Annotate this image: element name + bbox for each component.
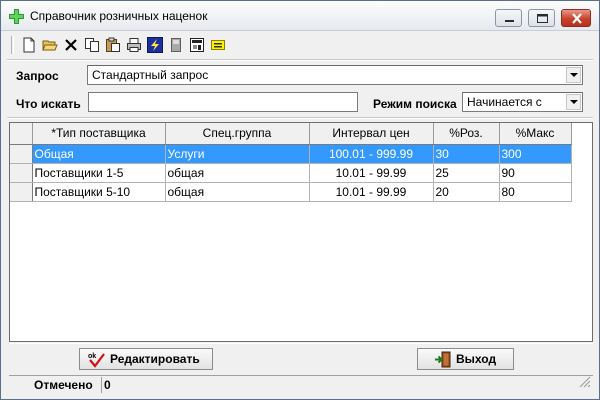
cell-retail-percent[interactable]: 30 <box>433 144 500 164</box>
cell-retail-percent[interactable]: 20 <box>433 182 500 202</box>
search-input[interactable] <box>88 92 358 112</box>
cell-special-group[interactable]: общая <box>165 182 310 202</box>
app-cross-icon <box>9 9 24 24</box>
cell-special-group[interactable]: Услуги <box>165 144 310 164</box>
marked-count-label: Отмечено <box>34 378 93 392</box>
filter-separator <box>7 117 593 119</box>
column-header-price-range[interactable]: Интервал цен <box>309 123 434 145</box>
copy-button[interactable] <box>82 35 102 55</box>
cell-supplier-type[interactable]: Общая <box>32 144 166 164</box>
delete-button[interactable] <box>61 35 81 55</box>
edit-button[interactable]: ok Редактировать <box>79 348 213 370</box>
row-indicator[interactable] <box>10 182 33 202</box>
row-indicator[interactable] <box>10 163 33 183</box>
query-value: Стандартный запрос <box>92 68 209 82</box>
toolbar <box>11 34 251 56</box>
paste-button[interactable] <box>103 35 123 55</box>
cell-price-range[interactable]: 10.01 - 99.99 <box>309 163 434 183</box>
column-header-max-percent[interactable]: %Макс <box>499 123 572 145</box>
new-document-button[interactable] <box>19 35 39 55</box>
cell-supplier-type[interactable]: Поставщики 1-5 <box>32 163 166 183</box>
ok-check-icon: ok <box>88 351 106 371</box>
save-button[interactable] <box>166 35 186 55</box>
status-bar: Отмечено 0 <box>9 375 593 393</box>
note-button[interactable] <box>208 35 228 55</box>
search-mode-label: Режим поиска <box>373 97 457 111</box>
title-bar[interactable]: Справочник розничных наценок <box>1 1 599 31</box>
search-label: Что искать <box>16 97 81 111</box>
maximize-button[interactable] <box>528 9 555 27</box>
table-row[interactable]: Поставщики 1-5 общая 10.01 - 99.99 25 90 <box>10 163 572 183</box>
status-divider <box>101 377 102 393</box>
svg-text:ok: ok <box>88 353 96 360</box>
row-indicator-header[interactable] <box>10 123 33 145</box>
minimize-button[interactable] <box>495 9 522 27</box>
marked-count-value: 0 <box>104 378 111 392</box>
table-row[interactable]: Общая Услуги 100.01 - 999.99 30 300 <box>10 144 572 164</box>
print-button[interactable] <box>124 35 144 55</box>
cell-price-range[interactable]: 10.01 - 99.99 <box>309 182 434 202</box>
app-window: Справочник розничных наценок Запрос Стан… <box>0 0 600 400</box>
table-row[interactable]: Поставщики 5-10 общая 10.01 - 99.99 20 8… <box>10 182 572 202</box>
table-header-row: *Тип поставщика Спец.группа Интервал цен… <box>10 123 572 145</box>
column-header-supplier-type[interactable]: *Тип поставщика <box>32 123 166 145</box>
exit-button[interactable]: Выход <box>417 348 514 370</box>
cell-special-group[interactable]: общая <box>165 163 310 183</box>
toolbar-separator <box>7 59 593 61</box>
window-title: Справочник розничных наценок <box>30 9 208 23</box>
form-button[interactable] <box>187 35 207 55</box>
button-panel: ok Редактировать Выход <box>9 343 593 373</box>
markup-table: *Тип поставщика Спец.группа Интервал цен… <box>10 123 572 202</box>
query-combobox[interactable]: Стандартный запрос <box>87 65 583 85</box>
exit-door-icon <box>434 351 452 371</box>
cell-price-range[interactable]: 100.01 - 999.99 <box>309 144 434 164</box>
search-mode-combobox[interactable]: Начинается с <box>462 92 583 112</box>
open-button[interactable] <box>40 35 60 55</box>
cell-supplier-type[interactable]: Поставщики 5-10 <box>32 182 166 202</box>
resize-grip-icon[interactable] <box>579 376 591 391</box>
query-label: Запрос <box>16 69 59 83</box>
edit-button-label: Редактировать <box>110 352 200 366</box>
search-mode-dropdown-button[interactable] <box>566 94 581 110</box>
close-window-button[interactable] <box>561 9 591 27</box>
search-mode-value: Начинается с <box>467 95 542 109</box>
column-header-retail-percent[interactable]: %Роз. <box>433 123 500 145</box>
exit-button-label: Выход <box>456 352 497 366</box>
cell-max-percent[interactable]: 300 <box>499 144 572 164</box>
column-header-special-group[interactable]: Спец.группа <box>165 123 310 145</box>
toolbar-grip[interactable] <box>11 36 14 54</box>
markup-grid[interactable]: *Тип поставщика Спец.группа Интервал цен… <box>9 122 593 342</box>
cell-max-percent[interactable]: 80 <box>499 182 572 202</box>
query-dropdown-button[interactable] <box>566 67 581 83</box>
cell-max-percent[interactable]: 90 <box>499 163 572 183</box>
cell-retail-percent[interactable]: 25 <box>433 163 500 183</box>
row-indicator[interactable] <box>10 144 33 164</box>
run-button[interactable] <box>145 35 165 55</box>
